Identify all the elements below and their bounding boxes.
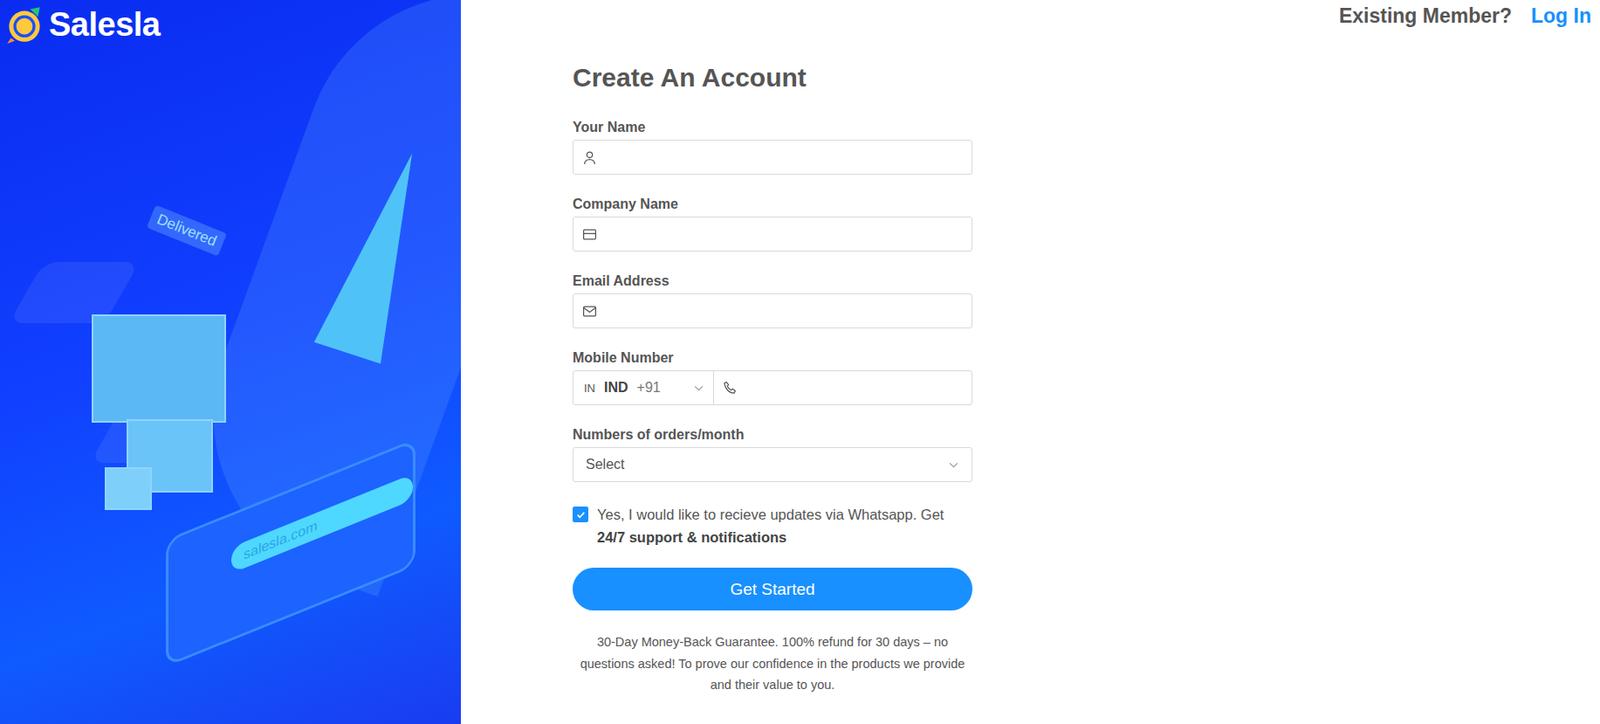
main-panel: Existing Member? Log In Create An Accoun… <box>460 0 1600 724</box>
whatsapp-consent[interactable]: Yes, I would like to recieve updates via… <box>572 502 973 549</box>
dial-code: +91 <box>637 379 661 396</box>
illustration-box <box>91 314 227 423</box>
orders-select[interactable]: Select <box>572 446 973 482</box>
login-link[interactable]: Log In <box>1531 4 1592 28</box>
delivered-tag: Delivered <box>146 205 227 257</box>
select-value: Select <box>585 456 625 473</box>
country-code: IN <box>583 381 596 395</box>
phone-input: IN IND +91 <box>572 370 973 406</box>
check-icon <box>575 508 587 521</box>
user-icon <box>582 150 598 165</box>
logo-text: Salesla <box>48 6 161 44</box>
field-label: Numbers of orders/month <box>572 425 973 444</box>
text-input[interactable] <box>572 139 973 175</box>
form-field: Company Name <box>572 195 973 252</box>
signup-form: Create An Account Your Name Company Name… <box>572 61 973 696</box>
member-prompt: Existing Member? <box>1339 4 1512 28</box>
consent-text: Yes, I would like to recieve updates via… <box>597 502 973 549</box>
field-label: Mobile Number <box>572 349 973 367</box>
get-started-button[interactable]: Get Started <box>572 567 973 611</box>
top-bar: Existing Member? Log In <box>460 0 1600 32</box>
form-title: Create An Account <box>572 61 973 94</box>
form-field: Email Address <box>572 272 973 329</box>
country-select[interactable]: IN IND +91 <box>573 370 715 405</box>
logo[interactable]: Salesla <box>5 5 161 44</box>
form-field: Mobile Number IN IND +91 <box>572 349 973 406</box>
text-input[interactable] <box>572 216 973 252</box>
illustration-box <box>104 466 152 510</box>
field-label: Company Name <box>572 195 973 213</box>
field-label: Email Address <box>572 272 973 290</box>
hero-panel: Salesla Delivered salesla.com <box>0 0 461 724</box>
text-input[interactable] <box>572 293 973 329</box>
logo-icon <box>5 5 44 44</box>
country-name: IND <box>604 379 629 396</box>
signup-page: Salesla Delivered salesla.com Existing M… <box>0 0 1600 724</box>
form-field: Numbers of orders/month Select <box>572 425 973 482</box>
phone-icon <box>722 380 738 396</box>
phone-number-input[interactable] <box>714 380 972 396</box>
form-field: Your Name <box>572 118 973 175</box>
chevron-down-icon <box>947 459 960 471</box>
building-icon <box>582 226 598 242</box>
field-label: Your Name <box>572 118 973 137</box>
consent-checkbox[interactable] <box>572 506 589 522</box>
guarantee-note: 30-Day Money-Back Guarantee. 100% refund… <box>572 631 973 696</box>
mail-icon <box>582 303 598 319</box>
chevron-down-icon <box>693 382 705 394</box>
